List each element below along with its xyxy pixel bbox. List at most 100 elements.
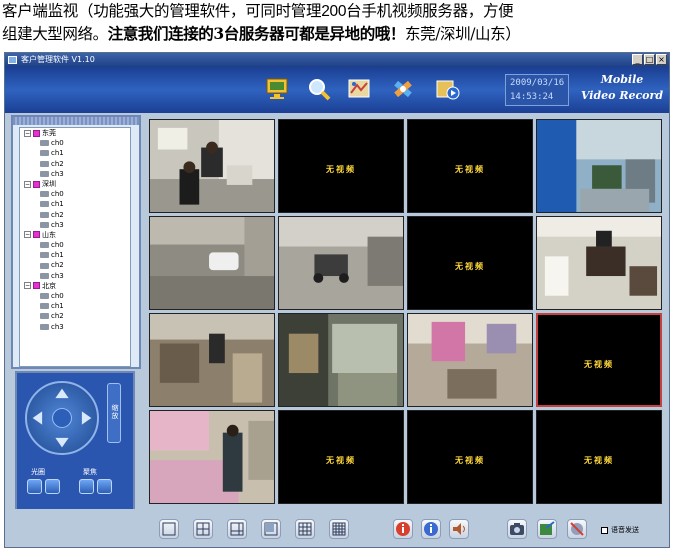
channel-item[interactable]: ch3 bbox=[24, 271, 130, 281]
video-cell-empty[interactable]: 无视频 bbox=[278, 119, 404, 213]
channel-item[interactable]: ch0 bbox=[24, 138, 130, 148]
focus-far-button[interactable] bbox=[97, 479, 112, 494]
zoom-label: 缩放 bbox=[111, 404, 119, 420]
iris-close-button[interactable] bbox=[45, 479, 60, 494]
video-cell-empty[interactable]: 无视频 bbox=[536, 410, 662, 504]
tree-group: − 深圳 ch0 ch1 ch2 ch3 bbox=[20, 179, 130, 230]
settings-icon[interactable] bbox=[389, 75, 417, 103]
camera-icon bbox=[40, 221, 49, 228]
voice-send-toggle[interactable]: 语音发送 bbox=[601, 525, 639, 535]
video-feed bbox=[537, 217, 661, 309]
no-video-label: 无视频 bbox=[326, 456, 356, 465]
layout-4-icon[interactable] bbox=[193, 519, 213, 539]
video-cell-empty[interactable]: 无视频 bbox=[407, 410, 533, 504]
iris-label: 光圈 bbox=[31, 468, 45, 476]
collapse-icon[interactable]: − bbox=[24, 231, 31, 239]
toolbar: 2009/03/16 14:53:24 Mobile Video Record bbox=[5, 67, 669, 113]
channel-label: ch2 bbox=[51, 312, 64, 321]
camera-icon bbox=[40, 150, 49, 157]
video-cell-selected[interactable]: 无视频 bbox=[536, 313, 662, 407]
video-cell-live[interactable] bbox=[278, 216, 404, 310]
channel-item[interactable]: ch1 bbox=[24, 199, 130, 209]
ptz-control-panel: 缩放 光圈 聚焦 bbox=[15, 371, 135, 521]
bottom-toolbar: 语音发送 bbox=[5, 509, 669, 547]
device-tree: − 东莞 ch0 ch1 ch2 ch3 − 深圳 ch0 ch1 ch2 ch3 … bbox=[19, 127, 131, 367]
video-cell-live[interactable] bbox=[407, 313, 533, 407]
video-cell-live[interactable] bbox=[149, 216, 275, 310]
time-text: 14:53:24 bbox=[510, 92, 554, 102]
caption-text: 东莞/深圳/山东） bbox=[405, 25, 521, 43]
record-icon[interactable] bbox=[537, 519, 557, 539]
search-icon[interactable] bbox=[305, 75, 333, 103]
camera-icon bbox=[40, 201, 49, 208]
playback-icon[interactable] bbox=[433, 75, 461, 103]
channel-item[interactable]: ch0 bbox=[24, 240, 130, 250]
video-cell-live[interactable] bbox=[149, 313, 275, 407]
info-blue-icon[interactable] bbox=[421, 519, 441, 539]
panel-header bbox=[13, 117, 139, 125]
collapse-icon[interactable]: − bbox=[24, 282, 31, 290]
layout-8-icon[interactable] bbox=[261, 519, 281, 539]
tree-group: − 北京 ch0 ch1 ch2 ch3 bbox=[20, 281, 130, 332]
info-red-icon[interactable] bbox=[393, 519, 413, 539]
zoom-control[interactable]: 缩放 bbox=[107, 383, 121, 443]
video-cell-empty[interactable]: 无视频 bbox=[278, 410, 404, 504]
video-cell-empty[interactable]: 无视频 bbox=[407, 119, 533, 213]
mute-icon[interactable] bbox=[567, 519, 587, 539]
collapse-icon[interactable]: − bbox=[24, 129, 31, 137]
video-cell-live[interactable] bbox=[278, 313, 404, 407]
caption-number: 200 bbox=[321, 3, 347, 20]
video-cell-live[interactable] bbox=[149, 119, 275, 213]
channel-item[interactable]: ch3 bbox=[24, 322, 130, 332]
channel-item[interactable]: ch1 bbox=[24, 250, 130, 260]
layout-6-icon[interactable] bbox=[227, 519, 247, 539]
channel-label: ch2 bbox=[51, 261, 64, 270]
channel-item[interactable]: ch3 bbox=[24, 220, 130, 230]
maximize-button[interactable]: □ bbox=[644, 54, 655, 65]
channel-item[interactable]: ch0 bbox=[24, 189, 130, 199]
tree-group-header[interactable]: − 东莞 bbox=[24, 128, 130, 138]
channel-item[interactable]: ch0 bbox=[24, 291, 130, 301]
tree-group-header[interactable]: − 山东 bbox=[24, 230, 130, 240]
monitor-icon[interactable] bbox=[263, 75, 291, 103]
channel-item[interactable]: ch2 bbox=[24, 210, 130, 220]
iris-open-button[interactable] bbox=[27, 479, 42, 494]
channel-label: ch1 bbox=[51, 302, 64, 311]
brand-logo: Mobile Video Record bbox=[577, 70, 667, 110]
camera-icon bbox=[40, 160, 49, 167]
no-video-label: 无视频 bbox=[455, 165, 485, 174]
close-button[interactable]: × bbox=[656, 54, 667, 65]
layout-9-icon[interactable] bbox=[295, 519, 315, 539]
channel-label: ch1 bbox=[51, 200, 64, 209]
channel-item[interactable]: ch3 bbox=[24, 169, 130, 179]
video-cell-live[interactable] bbox=[536, 119, 662, 213]
channel-item[interactable]: ch1 bbox=[24, 301, 130, 311]
no-video-label: 无视频 bbox=[584, 360, 614, 369]
voice-send-checkbox[interactable] bbox=[601, 526, 608, 534]
camera-icon bbox=[40, 191, 49, 198]
layout-1-icon[interactable] bbox=[159, 519, 179, 539]
video-cell-empty[interactable]: 无视频 bbox=[407, 216, 533, 310]
snapshot-icon[interactable] bbox=[507, 519, 527, 539]
channel-item[interactable]: ch2 bbox=[24, 260, 130, 270]
channel-item[interactable]: ch2 bbox=[24, 159, 130, 169]
collapse-icon[interactable]: − bbox=[24, 180, 31, 188]
direction-arrows-icon bbox=[32, 388, 92, 448]
video-cell-live[interactable] bbox=[536, 216, 662, 310]
channel-item[interactable]: ch2 bbox=[24, 311, 130, 321]
video-cell-live[interactable] bbox=[149, 410, 275, 504]
ptz-direction-pad[interactable] bbox=[25, 381, 99, 455]
tree-group-header[interactable]: − 北京 bbox=[24, 281, 130, 291]
focus-near-button[interactable] bbox=[79, 479, 94, 494]
no-video-label: 无视频 bbox=[455, 456, 485, 465]
layout-16-icon[interactable] bbox=[329, 519, 349, 539]
map-icon[interactable] bbox=[345, 75, 373, 103]
device-tree-panel: − 东莞 ch0 ch1 ch2 ch3 − 深圳 ch0 ch1 ch2 ch3 … bbox=[11, 115, 141, 369]
speaker-icon[interactable] bbox=[449, 519, 469, 539]
server-icon bbox=[33, 282, 40, 290]
camera-icon bbox=[40, 303, 49, 310]
minimize-button[interactable]: _ bbox=[632, 54, 643, 65]
no-video-label: 无视频 bbox=[455, 262, 485, 271]
channel-item[interactable]: ch1 bbox=[24, 148, 130, 158]
tree-group-header[interactable]: − 深圳 bbox=[24, 179, 130, 189]
